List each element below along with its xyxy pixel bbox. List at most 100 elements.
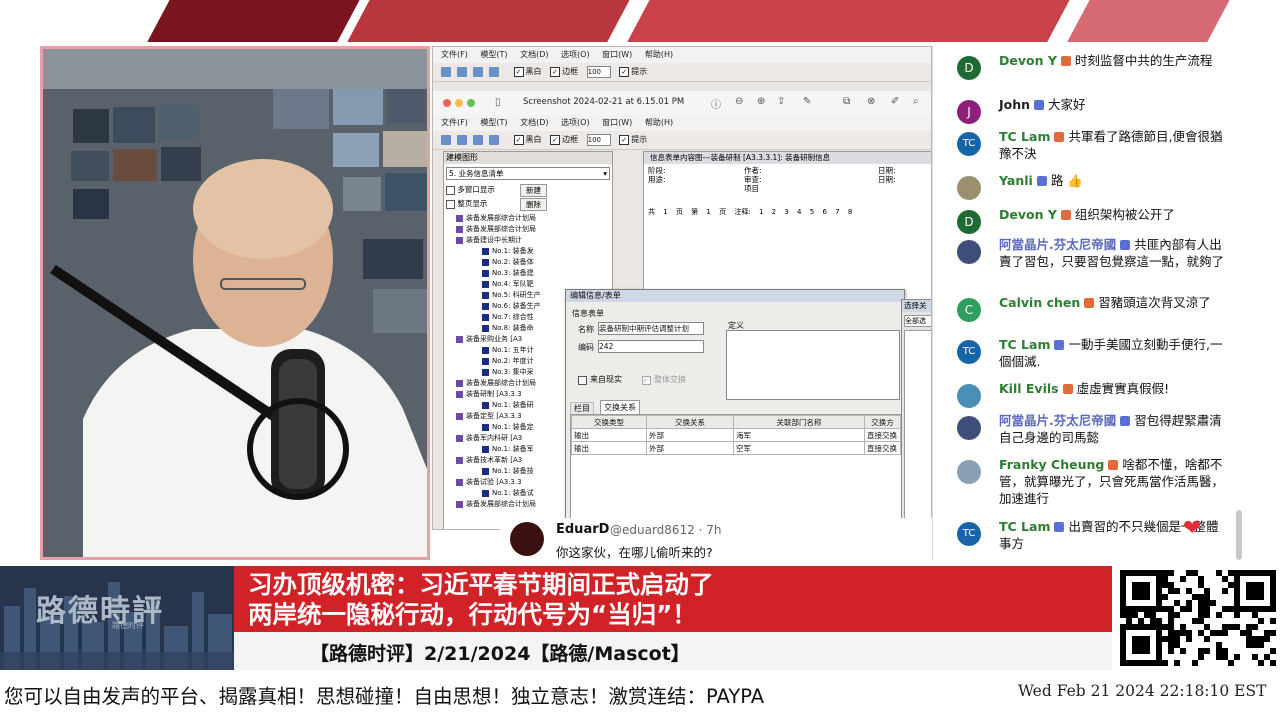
share-icon[interactable]: ⇪ [777,96,785,107]
menu-document[interactable]: 文档(D) [520,118,548,127]
ruler-cell: 1 [706,208,711,216]
chat-username[interactable]: Calvin chen [999,295,1080,310]
minimize-icon[interactable] [455,99,463,107]
chat-username[interactable]: Kill Evils [999,381,1059,396]
print-icon[interactable] [473,134,483,145]
heart-reaction-icon[interactable]: ❤ [1183,516,1201,541]
sidebar-toggle-icon[interactable]: ▯ [495,97,501,108]
chat-username[interactable]: John [999,97,1030,112]
chat-username[interactable]: 阿當晶片.芬太尼帝國 [999,237,1116,252]
mono-checkbox[interactable]: ✓ [513,66,524,77]
avatar[interactable] [510,522,544,556]
avatar[interactable] [957,176,981,200]
open-icon[interactable] [441,134,451,145]
delete-button[interactable]: 删除 [520,198,547,211]
zoom-in-icon[interactable]: ⊕ [757,96,765,107]
menu-help[interactable]: 帮助(H) [645,118,673,127]
chat-username[interactable]: Devon Y [999,207,1057,222]
col-exchange-relation[interactable]: 交换关系 [646,415,734,429]
tree-item[interactable]: No.1: 装备发 [452,246,612,257]
avatar[interactable]: C [957,298,981,322]
zoom-field[interactable]: 100 [586,65,611,78]
col-dept-name[interactable]: 关联部门名称 [733,415,865,429]
zoom-icon[interactable] [467,99,475,107]
save-icon[interactable] [457,66,467,77]
hint-checkbox[interactable]: ✓ [619,134,630,145]
avatar[interactable] [957,384,981,408]
markup-icon[interactable]: ✎ [803,96,811,107]
tweet-handle[interactable]: @eduard8612 · 7h [610,523,722,537]
avatar[interactable]: TC [957,340,981,364]
avatar[interactable]: J [957,100,981,124]
chat-username[interactable]: TC Lam [999,519,1050,534]
chat-username[interactable]: TC Lam [999,337,1050,352]
zoom-out-icon[interactable]: ⊖ [735,96,743,107]
tree-item[interactable]: No.3: 装备建 [452,268,612,279]
menu-options[interactable]: 选项(O) [561,118,590,127]
tree-item[interactable]: 装备发展部综合计划局 [452,224,612,235]
mono-checkbox[interactable]: ✓ [513,134,524,145]
avatar[interactable] [957,460,981,484]
chat-username[interactable]: TC Lam [999,129,1050,144]
tweet-user[interactable]: EduarD [556,522,609,537]
search-icon[interactable]: ⌕ [913,96,919,107]
col-exchanger[interactable]: 交换方 [864,415,901,429]
overall-exchange-checkbox[interactable]: ✓ [642,376,651,385]
menu-options[interactable]: 选项(O) [561,50,590,59]
definition-field[interactable] [726,330,900,400]
multi-window-checkbox[interactable] [446,185,455,195]
menu-document[interactable]: 文档(D) [520,50,548,59]
chat-username[interactable]: Devon Y [999,53,1057,68]
new-button[interactable]: 新建 [520,184,547,197]
open-icon[interactable] [441,66,451,77]
select-all-tab[interactable]: 全部选 [904,315,931,327]
code-field[interactable]: 242 [598,340,704,353]
hint-checkbox[interactable]: ✓ [619,66,630,77]
table-row[interactable]: 输出 外部 空军 直接交换 [571,441,901,455]
save-icon[interactable] [457,134,467,145]
copy-icon[interactable] [489,66,499,77]
avatar[interactable]: D [957,56,981,80]
col-exchange-type[interactable]: 交换类型 [571,415,647,429]
pen-icon[interactable]: ✐ [891,96,899,107]
chat-scrollbar[interactable] [1236,510,1242,560]
menu-file[interactable]: 文件(F) [441,118,468,127]
menu-file[interactable]: 文件(F) [441,50,468,59]
chat-username[interactable]: Franky Cheung [999,457,1104,472]
whole-page-checkbox[interactable] [446,199,455,209]
sign-icon[interactable]: ⊗ [867,96,875,107]
avatar[interactable]: TC [957,132,981,156]
tree-item[interactable]: 装备建设中长期计 [452,235,612,246]
print-icon[interactable] [473,66,483,77]
border-checkbox[interactable]: ✓ [550,66,561,77]
from-reality-checkbox[interactable] [578,376,587,385]
menu-window[interactable]: 窗口(W) [602,118,632,127]
name-field[interactable]: 装备研制中期评估调整计划 [598,322,704,335]
menu-window[interactable]: 窗口(W) [602,50,632,59]
info-icon[interactable]: ⓘ [711,96,721,111]
rotate-icon[interactable]: ⧉ [843,96,850,107]
qr-module [1174,660,1180,666]
avatar[interactable]: TC [957,522,981,546]
table-row[interactable]: 输出 外部 海军 直接交换 [571,428,901,442]
border-checkbox[interactable]: ✓ [550,134,561,145]
qr-code[interactable] [1112,566,1280,670]
tree-item-label: 装备发展部综合计划局 [466,214,536,222]
ruler-cell: 1 [663,208,668,216]
avatar[interactable] [957,240,981,264]
menu-model[interactable]: 模型(T) [480,118,507,127]
member-badge-icon [1054,132,1065,142]
chat-username[interactable]: 阿當晶片.芬太尼帝國 [999,413,1116,428]
menu-model[interactable]: 模型(T) [480,50,507,59]
close-icon[interactable] [443,99,451,107]
tree-item[interactable]: No.2: 装备体 [452,257,612,268]
zoom-field[interactable]: 100 [586,133,611,146]
tab-exchange[interactable]: 交换关系 [600,400,640,414]
avatar[interactable] [957,416,981,440]
tree-item[interactable]: 装备发展部综合计划局 [452,213,612,224]
diagram-select[interactable]: 5. 业务信息清单 ▾ [446,167,610,180]
menu-help[interactable]: 帮助(H) [645,50,673,59]
chat-username[interactable]: Yanli [999,173,1033,188]
copy-icon[interactable] [489,134,499,145]
avatar[interactable]: D [957,210,981,234]
